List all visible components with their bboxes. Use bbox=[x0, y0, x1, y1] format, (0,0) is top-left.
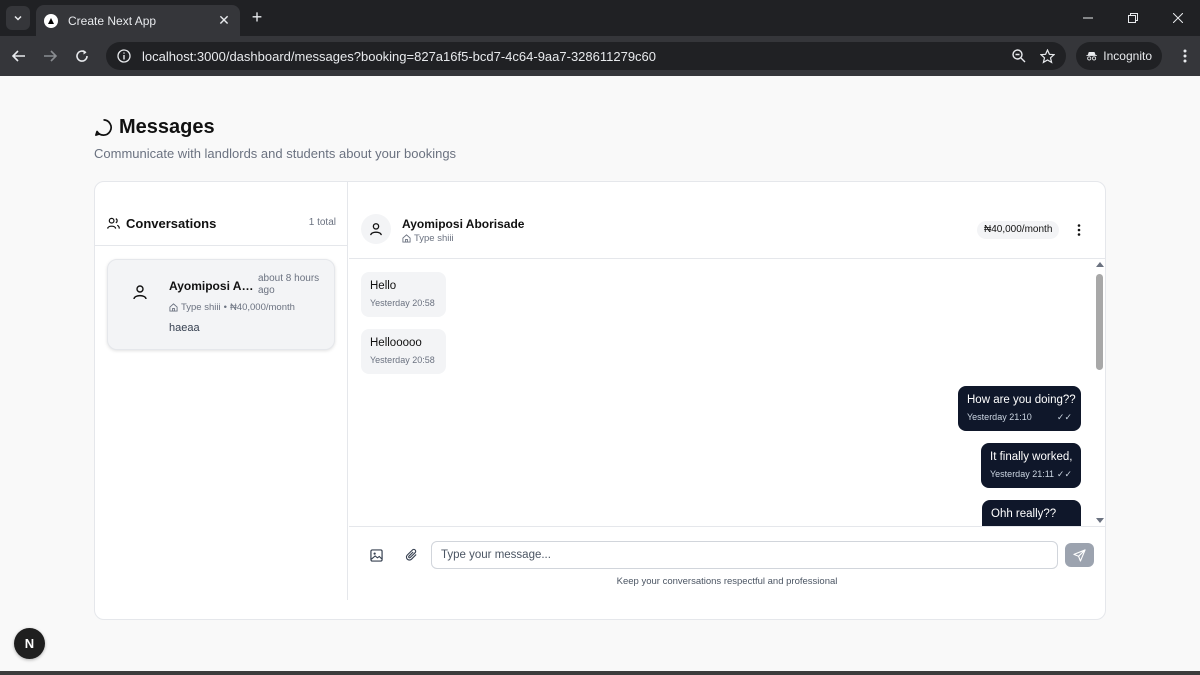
browser-toolbar: localhost:3000/dashboard/messages?bookin… bbox=[0, 36, 1200, 76]
more-vertical-icon bbox=[1183, 49, 1187, 63]
message-text: It finally worked, bbox=[990, 451, 1073, 463]
restore-icon bbox=[1127, 13, 1138, 23]
forward-button[interactable] bbox=[38, 44, 62, 68]
image-icon bbox=[369, 548, 383, 562]
chat-options-button[interactable] bbox=[1069, 220, 1089, 240]
read-receipt-icon: ✓✓ bbox=[1056, 412, 1072, 422]
home-icon bbox=[169, 303, 178, 312]
tab-search-button[interactable] bbox=[6, 6, 30, 30]
message-scrollbar[interactable] bbox=[1094, 260, 1105, 526]
incognito-icon bbox=[1086, 51, 1097, 61]
users-icon bbox=[107, 217, 120, 229]
reload-button[interactable] bbox=[70, 44, 94, 68]
close-window-button[interactable] bbox=[1155, 0, 1200, 36]
message-text: Ohh really?? bbox=[991, 508, 1057, 520]
chat-contact-name: Ayomiposi Aborisade bbox=[402, 217, 525, 231]
conversation-item[interactable]: Ayomiposi Abo... about 8 hours ago Type … bbox=[107, 259, 335, 350]
conversation-preview: haeaa bbox=[169, 322, 200, 334]
message-bubble-outgoing: How are you doing?? Yesterday 21:10 ✓✓ bbox=[958, 386, 1081, 431]
chat-header: Ayomiposi Aborisade Type shiii ₦40,000/m… bbox=[349, 202, 1105, 259]
composer-note: Keep your conversations respectful and p… bbox=[616, 576, 838, 587]
scroll-thumb[interactable] bbox=[1096, 274, 1103, 370]
message-bubble-outgoing: It finally worked, Yesterday 21:11 ✓✓ bbox=[981, 443, 1081, 488]
message-text: How are you doing?? bbox=[967, 394, 1076, 406]
send-icon bbox=[1073, 548, 1086, 562]
url-text: localhost:3000/dashboard/messages?bookin… bbox=[142, 48, 657, 64]
page-title: Messages bbox=[94, 116, 215, 139]
page-title-text: Messages bbox=[119, 116, 215, 138]
home-icon bbox=[402, 234, 411, 243]
conversation-name: Ayomiposi Abo... bbox=[169, 279, 259, 293]
more-vertical-icon bbox=[1077, 224, 1081, 236]
conversation-meta: Type shiii • ₦40,000/month bbox=[169, 302, 295, 313]
window-controls bbox=[1065, 0, 1200, 36]
reload-icon bbox=[76, 50, 88, 62]
conversations-count: 1 total bbox=[308, 217, 336, 228]
conversations-title: Conversations bbox=[107, 216, 216, 231]
arrow-left-icon bbox=[12, 50, 25, 62]
avatar bbox=[128, 280, 152, 304]
site-info-icon[interactable] bbox=[116, 48, 132, 64]
messages-card: Conversations 1 total Ayomiposi Abo... a… bbox=[94, 181, 1106, 620]
message-time: Yesterday 21:11 bbox=[990, 469, 1055, 479]
conversations-sidebar: Conversations 1 total Ayomiposi Abo... a… bbox=[95, 182, 348, 600]
price-badge: ₦40,000/month bbox=[977, 221, 1060, 239]
message-bubble-incoming: Hello Yesterday 20:58 bbox=[361, 272, 446, 317]
taskbar-edge bbox=[0, 671, 1200, 675]
new-tab-button[interactable]: + bbox=[247, 7, 267, 27]
browser-tab[interactable]: Create Next App ✕ bbox=[36, 5, 240, 36]
message-bubble-outgoing: Ohh really?? bbox=[982, 500, 1081, 526]
conversations-header: Conversations 1 total bbox=[95, 202, 348, 246]
message-bubble-incoming: Hellooooo Yesterday 20:58 bbox=[361, 329, 446, 374]
user-icon bbox=[370, 223, 382, 236]
close-icon bbox=[1172, 13, 1183, 23]
bookmark-star-icon[interactable] bbox=[1038, 47, 1056, 65]
message-input[interactable] bbox=[431, 541, 1058, 569]
chat-property-text: Type shiii bbox=[414, 233, 454, 244]
message-time: Yesterday 20:58 bbox=[370, 355, 435, 365]
message-text: Hello bbox=[370, 280, 397, 292]
browser-tab-bar: Create Next App ✕ + bbox=[0, 0, 1200, 36]
page-subtitle: Communicate with landlords and students … bbox=[94, 146, 457, 161]
tab-title: Create Next App bbox=[68, 13, 157, 28]
restore-button[interactable] bbox=[1110, 0, 1155, 36]
paperclip-icon bbox=[405, 548, 417, 561]
minimize-button[interactable] bbox=[1065, 0, 1110, 36]
read-receipt-icon: ✓✓ bbox=[1056, 469, 1072, 479]
conversation-time: about 8 hours ago bbox=[258, 273, 320, 296]
tab-close-icon[interactable]: ✕ bbox=[216, 12, 232, 29]
message-circle-icon bbox=[95, 119, 112, 136]
arrow-right-icon bbox=[44, 50, 57, 62]
incognito-label: Incognito bbox=[1103, 49, 1152, 63]
conversation-property: Type shiii bbox=[181, 302, 221, 313]
back-button[interactable] bbox=[7, 44, 31, 68]
browser-menu-button[interactable] bbox=[1175, 44, 1195, 68]
message-list: Hello Yesterday 20:58 Hellooooo Yesterda… bbox=[349, 260, 1105, 526]
meta-separator: • bbox=[223, 302, 227, 313]
minimize-icon bbox=[1082, 17, 1093, 19]
nextjs-dev-indicator[interactable]: N bbox=[14, 628, 45, 659]
attach-image-button[interactable] bbox=[366, 545, 386, 565]
message-time: Yesterday 21:10 bbox=[967, 412, 1032, 422]
nextjs-favicon-icon bbox=[44, 13, 58, 28]
zoom-icon[interactable] bbox=[1010, 47, 1028, 65]
message-text: Hellooooo bbox=[370, 337, 422, 349]
scroll-down-arrow[interactable] bbox=[1096, 518, 1104, 523]
incognito-indicator[interactable]: Incognito bbox=[1076, 42, 1162, 70]
chat-avatar bbox=[361, 214, 391, 244]
conversations-title-text: Conversations bbox=[126, 216, 217, 231]
chat-panel: Ayomiposi Aborisade Type shiii ₦40,000/m… bbox=[349, 182, 1105, 600]
scroll-up-arrow[interactable] bbox=[1096, 262, 1104, 267]
message-time: Yesterday 20:58 bbox=[370, 298, 435, 308]
chevron-down-icon bbox=[14, 15, 22, 21]
attach-file-button[interactable] bbox=[401, 545, 421, 565]
send-button[interactable] bbox=[1065, 543, 1094, 567]
message-composer: Keep your conversations respectful and p… bbox=[349, 526, 1105, 600]
chat-property: Type shiii bbox=[402, 233, 454, 244]
address-bar[interactable]: localhost:3000/dashboard/messages?bookin… bbox=[106, 42, 1066, 70]
user-icon bbox=[133, 285, 147, 300]
conversation-price: ₦40,000/month bbox=[229, 302, 295, 313]
